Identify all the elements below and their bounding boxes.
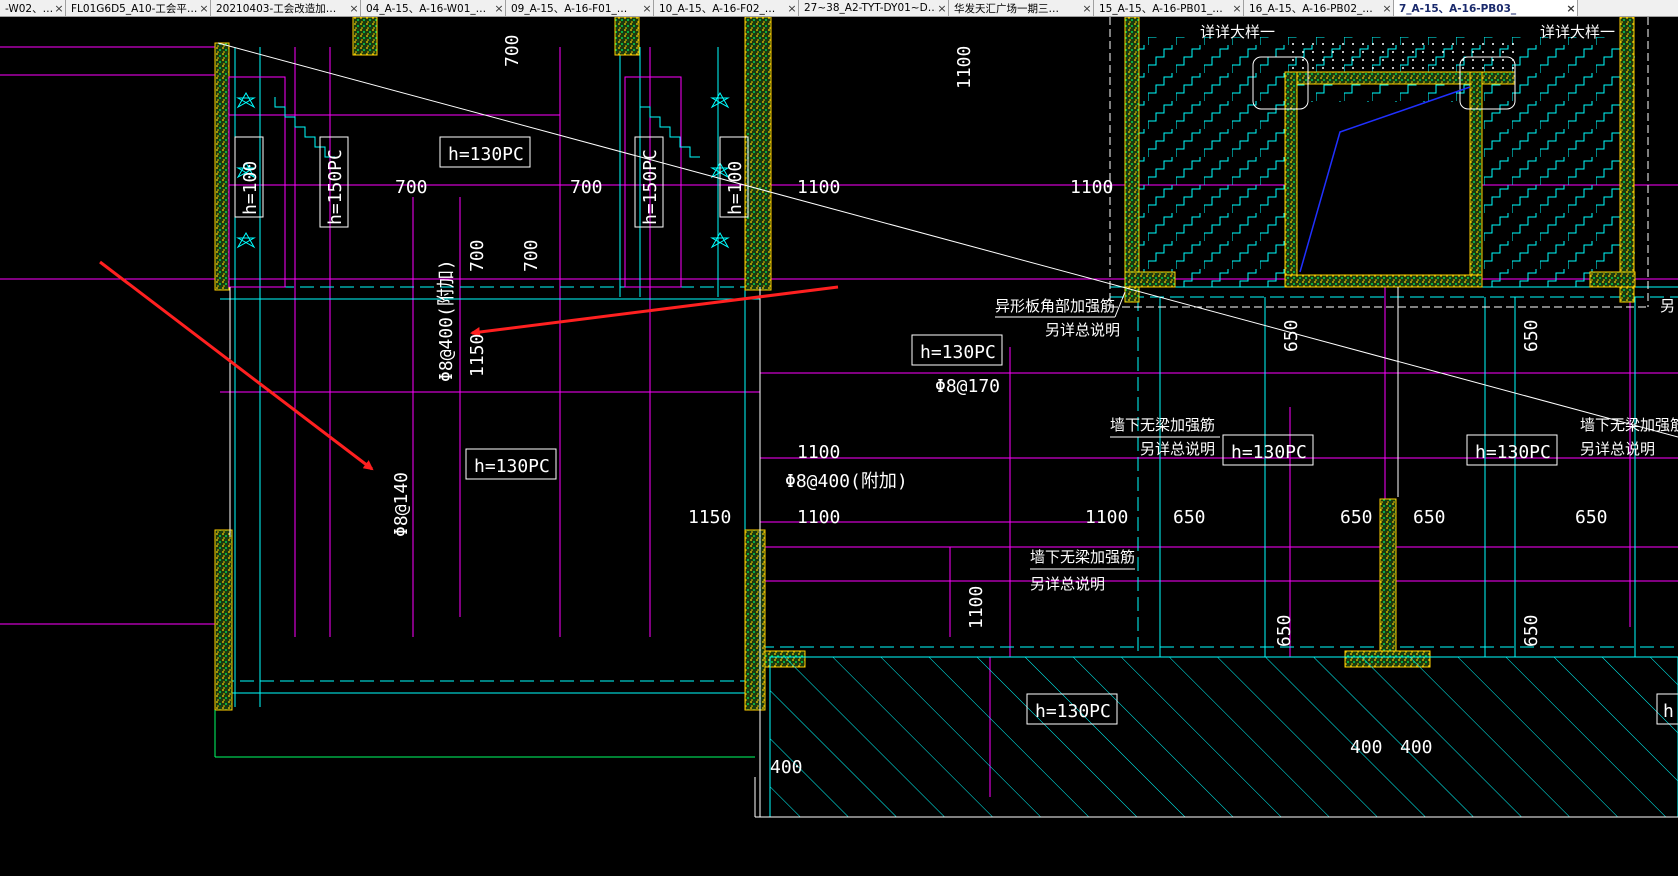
close-tab-icon[interactable]: × bbox=[348, 2, 360, 15]
note-text: 墙下无梁加强筋 bbox=[1110, 416, 1215, 434]
dim-text: 1100 bbox=[1070, 177, 1113, 198]
dim-text: 1150 bbox=[688, 507, 731, 528]
document-tab[interactable]: 华发天汇广场一期三… × bbox=[949, 0, 1094, 16]
right-stair-block bbox=[1109, 17, 1649, 308]
document-tab-label: FL01G6D5_A10-工会平… bbox=[71, 2, 198, 15]
rebar-annotations: Φ8@400(附加) Φ8@170 Φ8@400(附加) Φ8@140 bbox=[391, 259, 1000, 537]
document-tab[interactable]: FL01G6D5_A10-工会平… × bbox=[66, 0, 211, 16]
bottom-hatched-slab bbox=[214, 656, 1678, 818]
document-tab[interactable]: 09_A-15、A-16-F01_… × bbox=[506, 0, 654, 16]
dim-text: 1100 bbox=[797, 177, 840, 198]
dim-text: 650 bbox=[1340, 507, 1373, 528]
thin-slab-4: h=100 bbox=[725, 161, 746, 215]
dim-text: 700 bbox=[570, 177, 603, 198]
dim-text: 1150 bbox=[467, 334, 488, 377]
close-tab-icon[interactable]: × bbox=[1081, 2, 1093, 15]
dim-text: 700 bbox=[502, 34, 523, 67]
document-tab-bar: -W02、… × FL01G6D5_A10-工会平… × 20210403-工会改造加…… bbox=[0, 0, 1678, 17]
dim-text: 650 bbox=[1281, 319, 1302, 352]
dim-text: 400 bbox=[1400, 737, 1433, 758]
document-tab[interactable]: 04_A-15、A-16-W01_… × bbox=[361, 0, 506, 16]
close-tab-icon[interactable]: × bbox=[53, 2, 65, 15]
document-tab-label: 16_A-15、A-16-PB02_… bbox=[1249, 2, 1373, 15]
document-tab[interactable]: 27~38_A2-TYT-DY01~D… × bbox=[799, 0, 949, 16]
document-tab-label: 华发天汇广场一期三… bbox=[954, 2, 1059, 15]
dim-text: 650 bbox=[1575, 507, 1608, 528]
note-text: 另详总说明 bbox=[1580, 440, 1655, 458]
note-text: 详详大样一 bbox=[1540, 23, 1615, 41]
thin-slab-3: h=150PC bbox=[640, 149, 661, 225]
dim-text: 650 bbox=[1173, 507, 1206, 528]
rebar-label-4: Φ8@140 bbox=[391, 472, 412, 537]
close-tab-icon[interactable]: × bbox=[1565, 2, 1577, 15]
note-text: 异形板角部加强筋 bbox=[995, 297, 1115, 315]
note-text: 墙下无梁加强筋 bbox=[1580, 416, 1678, 434]
document-tab[interactable]: 20210403-工会改造加… × bbox=[211, 0, 361, 16]
document-tab-label: 10_A-15、A-16-F02_… bbox=[659, 2, 776, 15]
note-text: 另详总说明 bbox=[1045, 321, 1120, 339]
rebar-label-1: Φ8@400(附加) bbox=[436, 259, 457, 382]
close-tab-icon[interactable]: × bbox=[1381, 2, 1393, 15]
rebar-label-2: Φ8@170 bbox=[935, 376, 1000, 397]
slab-label-3: h=130PC bbox=[474, 456, 550, 477]
close-tab-icon[interactable]: × bbox=[1231, 2, 1243, 15]
dim-text: 1100 bbox=[954, 46, 975, 89]
close-tab-icon[interactable]: × bbox=[493, 2, 505, 15]
document-tab[interactable]: 15_A-15、A-16-PB01_… × bbox=[1094, 0, 1244, 16]
dim-text: 650 bbox=[1413, 507, 1446, 528]
dim-text: 1100 bbox=[797, 442, 840, 463]
slab-label-6: h=130PC bbox=[1035, 701, 1111, 722]
dim-text: 1100 bbox=[797, 507, 840, 528]
dim-text: 1100 bbox=[1085, 507, 1128, 528]
slab-label-2: h=130PC bbox=[920, 342, 996, 363]
document-tab-label: 20210403-工会改造加… bbox=[216, 2, 337, 15]
rebar-label-3: Φ8@400(附加) bbox=[785, 471, 908, 492]
dim-text: 400 bbox=[1350, 737, 1383, 758]
note-text: 墙下无梁加强筋 bbox=[1030, 548, 1135, 566]
document-tab-label: 7_A-15、A-16-PB03_ bbox=[1399, 2, 1517, 15]
dim-text: 650 bbox=[1521, 614, 1542, 647]
slab-label-7: h bbox=[1663, 701, 1674, 722]
document-tab-label: 15_A-15、A-16-PB01_… bbox=[1099, 2, 1223, 15]
close-tab-icon[interactable]: × bbox=[786, 2, 798, 15]
note-text: 另详总说明 bbox=[1140, 440, 1215, 458]
document-tab[interactable]: -W02、… × bbox=[0, 0, 66, 16]
dim-text: 650 bbox=[1521, 319, 1542, 352]
close-tab-icon[interactable]: × bbox=[198, 2, 210, 15]
document-tab-label: 04_A-15、A-16-W01_… bbox=[366, 2, 487, 15]
note-text: 另详总说明 bbox=[1030, 575, 1105, 593]
dim-text: 650 bbox=[1274, 614, 1295, 647]
slab-label-5: h=130PC bbox=[1475, 442, 1551, 463]
close-tab-icon[interactable]: × bbox=[936, 2, 948, 15]
close-tab-icon[interactable]: × bbox=[641, 2, 653, 15]
document-tab[interactable]: 10_A-15、A-16-F02_… × bbox=[654, 0, 799, 16]
dim-text: 700 bbox=[467, 239, 488, 272]
dim-text: 700 bbox=[395, 177, 428, 198]
document-tab[interactable]: 16_A-15、A-16-PB02_… × bbox=[1244, 0, 1394, 16]
note-text: 另 bbox=[1660, 297, 1675, 315]
dim-text: 700 bbox=[521, 239, 542, 272]
dim-text: 1100 bbox=[966, 586, 987, 629]
slab-label-4: h=130PC bbox=[1231, 442, 1307, 463]
document-tab-label: 27~38_A2-TYT-DY01~D… bbox=[804, 2, 936, 14]
thin-slab-1: h=100 bbox=[240, 161, 261, 215]
dim-text: 400 bbox=[770, 757, 803, 778]
document-tab-label: 09_A-15、A-16-F01_… bbox=[511, 2, 628, 15]
thin-slab-2: h=150PC bbox=[325, 149, 346, 225]
note-text: 详详大样一 bbox=[1200, 23, 1275, 41]
slab-label-1: h=130PC bbox=[448, 144, 524, 165]
document-tab[interactable]: 7_A-15、A-16-PB03_ × bbox=[1394, 0, 1578, 16]
document-tab-label: -W02、… bbox=[5, 2, 53, 15]
cad-drawing-canvas[interactable]: h=130PC h=130PC h=130PC h=130PC h=130PC … bbox=[0, 17, 1678, 876]
